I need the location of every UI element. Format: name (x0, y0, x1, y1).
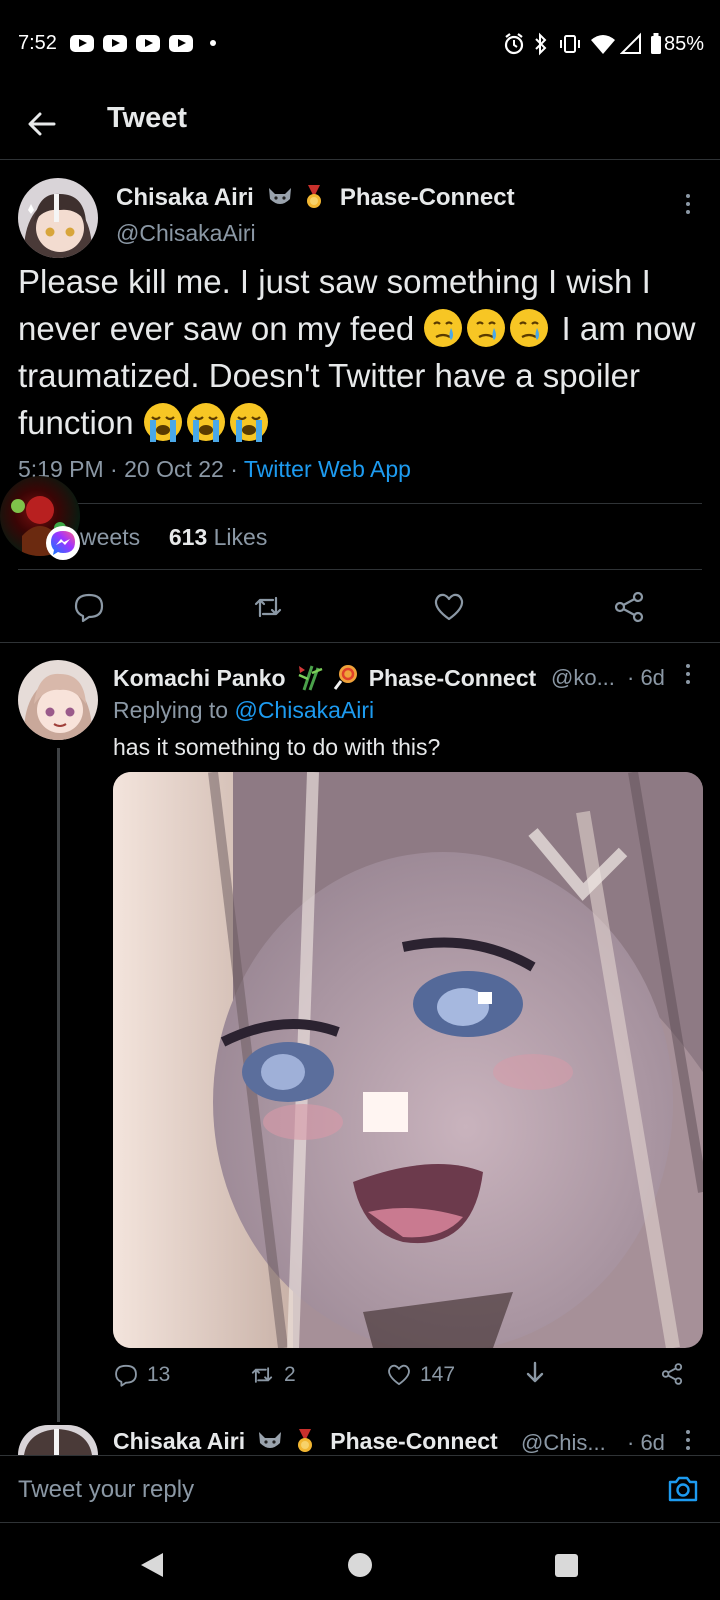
thread-connector-line (57, 748, 60, 1422)
nav-recent-apps-icon[interactable] (555, 1554, 578, 1577)
retweets-stat[interactable]: weets (80, 524, 140, 550)
reply-retweet-button[interactable]: 2 (248, 1360, 296, 1390)
reply-likes-count: 147 (420, 1363, 456, 1386)
next-reply-more-options-icon[interactable] (686, 1430, 692, 1454)
tweet-stats: weets 613 Likes (80, 524, 267, 551)
reply-author-handle[interactable]: @ko... (551, 665, 615, 691)
medal-emoji-icon (297, 1429, 312, 1452)
reply-age: · 6d (627, 665, 665, 690)
status-time: 7:52 (18, 32, 57, 54)
loudly-crying-emoji-icon (143, 403, 182, 442)
loudly-crying-emoji-icon (229, 403, 268, 442)
more-options-icon[interactable] (686, 194, 692, 218)
bluetooth-icon (535, 32, 547, 56)
back-arrow-icon[interactable] (22, 104, 62, 144)
reply-like-button[interactable]: 147 (386, 1360, 455, 1390)
tweet-date: 20 Oct 22 (124, 456, 224, 482)
messenger-icon[interactable] (46, 526, 80, 560)
reply-more-options-icon[interactable] (686, 664, 692, 688)
youtube-notification-icon (136, 35, 160, 52)
reply-replies-count: 13 (147, 1363, 171, 1386)
tweet-source-link[interactable]: Twitter Web App (244, 456, 411, 482)
youtube-notification-icon (70, 35, 94, 52)
alarm-icon (504, 33, 524, 55)
reply-input[interactable] (18, 1474, 618, 1506)
share-icon[interactable] (660, 1362, 684, 1386)
divider (18, 503, 702, 504)
next-reply-avatar[interactable] (18, 1425, 98, 1455)
youtube-notification-icon (169, 35, 193, 52)
reply-icon[interactable] (72, 590, 106, 624)
wolf-emoji-icon (268, 188, 291, 204)
download-icon[interactable] (522, 1360, 548, 1388)
author-handle[interactable]: @ChisakaAiri (116, 220, 256, 247)
reply-author-name[interactable]: Komachi Panko Phase-Connect (113, 663, 536, 692)
youtube-notification-icon (103, 35, 127, 52)
vibrate-icon (560, 35, 580, 53)
cellular-signal-icon (620, 32, 641, 54)
next-reply-age: · 6d (627, 1430, 665, 1455)
tweet-meta: 5:19 PM · 20 Oct 22 · Twitter Web App (18, 456, 411, 482)
crying-emoji-icon (424, 309, 463, 347)
replying-to: Replying to @ChisakaAiri (113, 697, 375, 723)
crying-emoji-icon (510, 309, 549, 347)
reply-text: has it something to do with this? (113, 734, 441, 760)
tweet-text: Please kill me. I just saw something I w… (18, 263, 696, 442)
system-navigation-bar (0, 1523, 720, 1600)
reply-media-image[interactable] (113, 772, 703, 1348)
status-bar: 7:52 85% (0, 0, 720, 88)
reply-icon (115, 1364, 137, 1387)
like-heart-icon[interactable] (432, 590, 466, 624)
likes-count[interactable]: 613 (169, 524, 207, 550)
reply-actions: 13 2 147 (0, 1360, 720, 1394)
reply-composer (0, 1455, 720, 1523)
reply-retweets-count: 2 (284, 1363, 296, 1386)
crying-emoji-icon (467, 309, 506, 347)
likes-label[interactable]: Likes (214, 524, 268, 550)
author-name[interactable]: Chisaka Airi Phase-Connect (116, 184, 515, 212)
page-title: Tweet (107, 102, 188, 134)
nav-back-icon[interactable] (139, 1551, 165, 1579)
camera-icon[interactable] (666, 1472, 700, 1506)
tweet-header: Tweet (0, 88, 720, 160)
retweet-icon (251, 1367, 273, 1383)
bamboo-emoji-icon (298, 665, 323, 691)
next-reply-author-name[interactable]: Chisaka Airi Phase-Connect (113, 1428, 498, 1455)
tweet-actions (0, 590, 720, 626)
reply-reply-button[interactable]: 13 (113, 1360, 170, 1390)
nav-home-icon[interactable] (348, 1553, 372, 1577)
retweet-icon[interactable] (251, 590, 285, 624)
like-heart-icon (388, 1364, 410, 1386)
share-icon[interactable] (612, 590, 646, 624)
lollipop-emoji-icon (334, 665, 358, 690)
divider (0, 642, 720, 643)
battery-icon (651, 33, 661, 54)
next-reply-handle[interactable]: @Chis... (521, 1430, 606, 1456)
medal-emoji-icon (307, 185, 322, 208)
divider (18, 569, 702, 570)
more-notifications-dot (210, 40, 216, 46)
author-avatar[interactable] (18, 178, 98, 258)
reply-author-avatar[interactable] (18, 660, 98, 740)
wolf-emoji-icon (259, 1432, 282, 1448)
loudly-crying-emoji-icon (186, 403, 225, 442)
wifi-icon (591, 35, 615, 54)
battery-percentage: 85% (664, 33, 705, 55)
replying-to-handle-link[interactable]: @ChisakaAiri (234, 697, 374, 723)
